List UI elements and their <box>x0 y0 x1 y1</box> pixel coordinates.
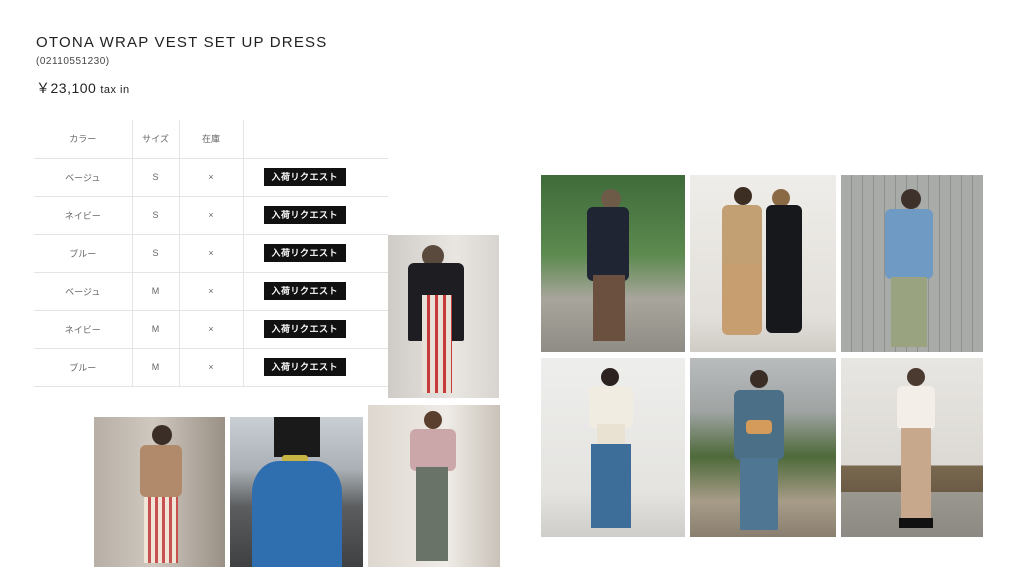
product-photo[interactable] <box>841 358 983 537</box>
table-row: ネイビー M × 入荷リクエスト <box>34 310 388 349</box>
row-color: ベージュ <box>34 158 133 197</box>
stock-table-header: カラー サイズ 在庫 <box>34 120 388 159</box>
row-size: S <box>132 196 180 235</box>
stock-table: カラー サイズ 在庫 ベージュ S × 入荷リクエスト ネイビー S × 入荷リ… <box>34 120 388 387</box>
restock-request-button[interactable]: 入荷リクエスト <box>263 282 347 300</box>
row-size: S <box>132 234 180 273</box>
row-color: ブルー <box>34 348 133 387</box>
header-action <box>243 120 388 159</box>
row-size: M <box>132 272 180 311</box>
row-stock: × <box>179 158 244 197</box>
row-stock: × <box>179 272 244 311</box>
table-row: ネイビー S × 入荷リクエスト <box>34 196 388 235</box>
table-row: ブルー M × 入荷リクエスト <box>34 348 388 387</box>
row-stock: × <box>179 310 244 349</box>
table-row: ブルー S × 入荷リクエスト <box>34 234 388 273</box>
row-size: M <box>132 348 180 387</box>
product-photo[interactable] <box>368 405 500 567</box>
tax-label: tax in <box>100 84 130 96</box>
product-photo[interactable] <box>230 417 363 567</box>
product-photo[interactable] <box>690 175 836 352</box>
restock-request-button[interactable]: 入荷リクエスト <box>263 168 347 186</box>
row-color: ネイビー <box>34 310 133 349</box>
header-size: サイズ <box>132 120 180 159</box>
row-stock: × <box>179 234 244 273</box>
restock-request-button[interactable]: 入荷リクエスト <box>263 206 347 224</box>
row-size: M <box>132 310 180 349</box>
product-photo[interactable] <box>94 417 225 567</box>
row-color: ブルー <box>34 234 133 273</box>
product-price: ￥23,100 tax in <box>36 78 130 98</box>
table-row: ベージュ S × 入荷リクエスト <box>34 158 388 197</box>
row-color: ネイビー <box>34 196 133 235</box>
restock-request-button[interactable]: 入荷リクエスト <box>263 358 347 376</box>
product-photo[interactable] <box>541 175 685 352</box>
row-stock: × <box>179 348 244 387</box>
row-size: S <box>132 158 180 197</box>
header-stock: 在庫 <box>179 120 244 159</box>
product-photo[interactable] <box>841 175 983 352</box>
row-stock: × <box>179 196 244 235</box>
restock-request-button[interactable]: 入荷リクエスト <box>263 320 347 338</box>
table-row: ベージュ M × 入荷リクエスト <box>34 272 388 311</box>
product-title: OTONA WRAP VEST SET UP DRESS <box>36 34 328 51</box>
product-photo[interactable] <box>388 235 499 398</box>
product-photo[interactable] <box>541 358 685 537</box>
product-code: (02110551230) <box>36 56 110 67</box>
restock-request-button[interactable]: 入荷リクエスト <box>263 244 347 262</box>
product-photo[interactable] <box>690 358 836 537</box>
row-color: ベージュ <box>34 272 133 311</box>
header-color: カラー <box>34 120 133 159</box>
price-value: ￥23,100 <box>36 80 97 96</box>
